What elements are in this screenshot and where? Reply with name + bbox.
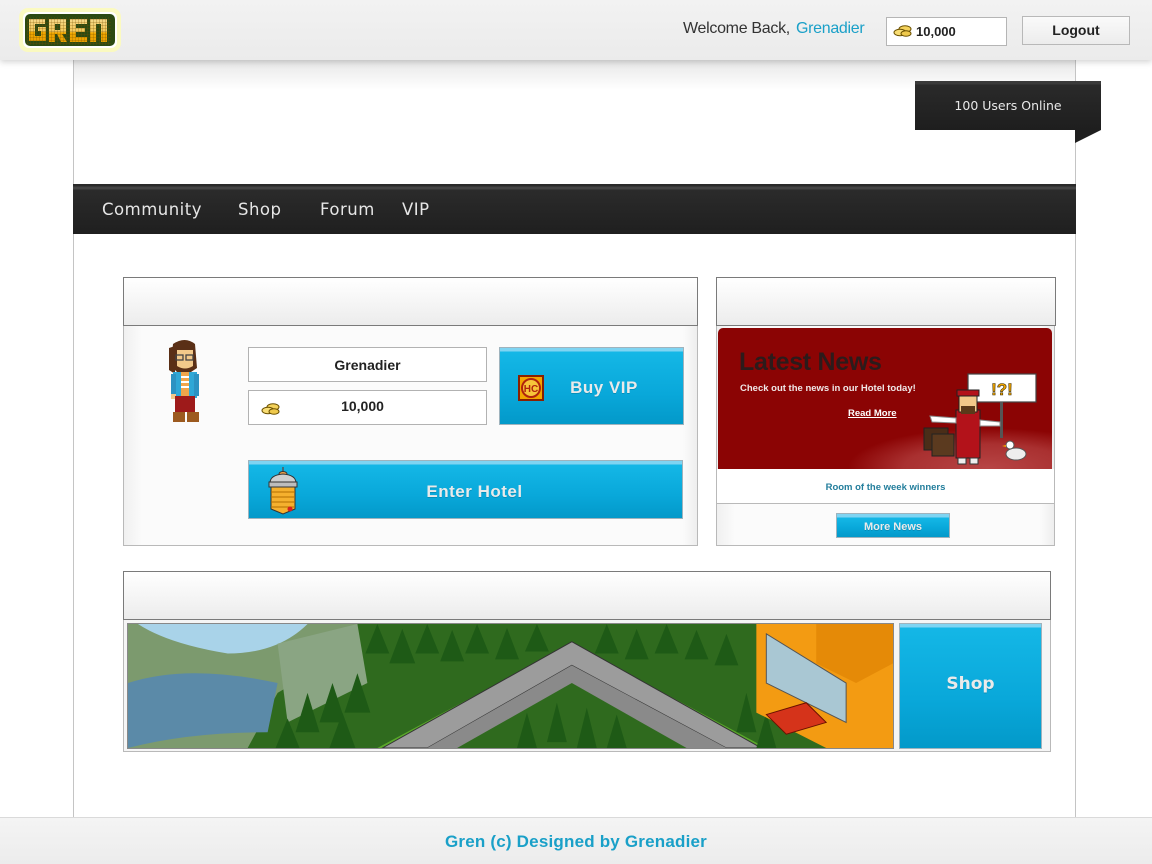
nav-vip[interactable]: VIP [402, 200, 430, 219]
hotel-icon [268, 467, 298, 515]
vip-hc-icon: HC [518, 375, 544, 401]
bellboy-illustration: !?! [923, 373, 1037, 465]
svg-text:HC: HC [524, 384, 538, 395]
profile-credits-value: 10,000 [341, 398, 384, 414]
nav-forum[interactable]: Forum [320, 200, 375, 219]
profile-username: Grenadier [248, 347, 487, 382]
shop-button[interactable]: Shop [899, 623, 1042, 749]
footer-credit: Gren (c) Designed by Grenadier [444, 832, 707, 851]
users-online-badge: 100 Users Online [915, 81, 1101, 130]
news-panel-header [716, 277, 1056, 326]
enter-hotel-button[interactable]: Enter Hotel [248, 460, 683, 519]
sign-text: !?! [991, 380, 1013, 399]
news-description: Check out the news in our Hotel today! [740, 383, 916, 394]
credits-value: 10,000 [916, 24, 956, 39]
read-more-link[interactable]: Read More [848, 408, 897, 419]
welcome-label: Welcome Back, [683, 20, 790, 37]
hotel-scenery-image [127, 623, 894, 749]
top-header: Welcome Back, Grenadier 10,000 Logout [0, 0, 1152, 60]
nav-community[interactable]: Community [102, 200, 202, 219]
ribbon-fold [1075, 130, 1101, 143]
profile-panel-header [123, 277, 698, 326]
logout-button[interactable]: Logout [1022, 16, 1130, 45]
nav-shop[interactable]: Shop [238, 200, 282, 219]
news-banner[interactable]: Latest News Check out the news in our Ho… [718, 328, 1052, 469]
profile-username-text: Grenadier [334, 357, 401, 373]
gren-logo[interactable] [18, 7, 122, 53]
main-nav: Community Shop Forum VIP [73, 184, 1076, 234]
more-news-button[interactable]: More News [836, 513, 950, 538]
credits-display: 10,000 [886, 17, 1007, 46]
coins-icon [893, 25, 912, 37]
username-link[interactable]: Grenadier [796, 20, 865, 37]
welcome-message: Welcome Back, Grenadier [683, 20, 865, 38]
shop-panel-header [123, 571, 1051, 620]
profile-credits: 10,000 [248, 390, 487, 425]
footer: Gren (c) Designed by Grenadier [0, 817, 1152, 864]
coins-icon [261, 403, 280, 415]
news-caption-link[interactable]: Room of the week winners [717, 469, 1054, 504]
news-title: Latest News [739, 348, 882, 376]
user-avatar [169, 340, 199, 422]
